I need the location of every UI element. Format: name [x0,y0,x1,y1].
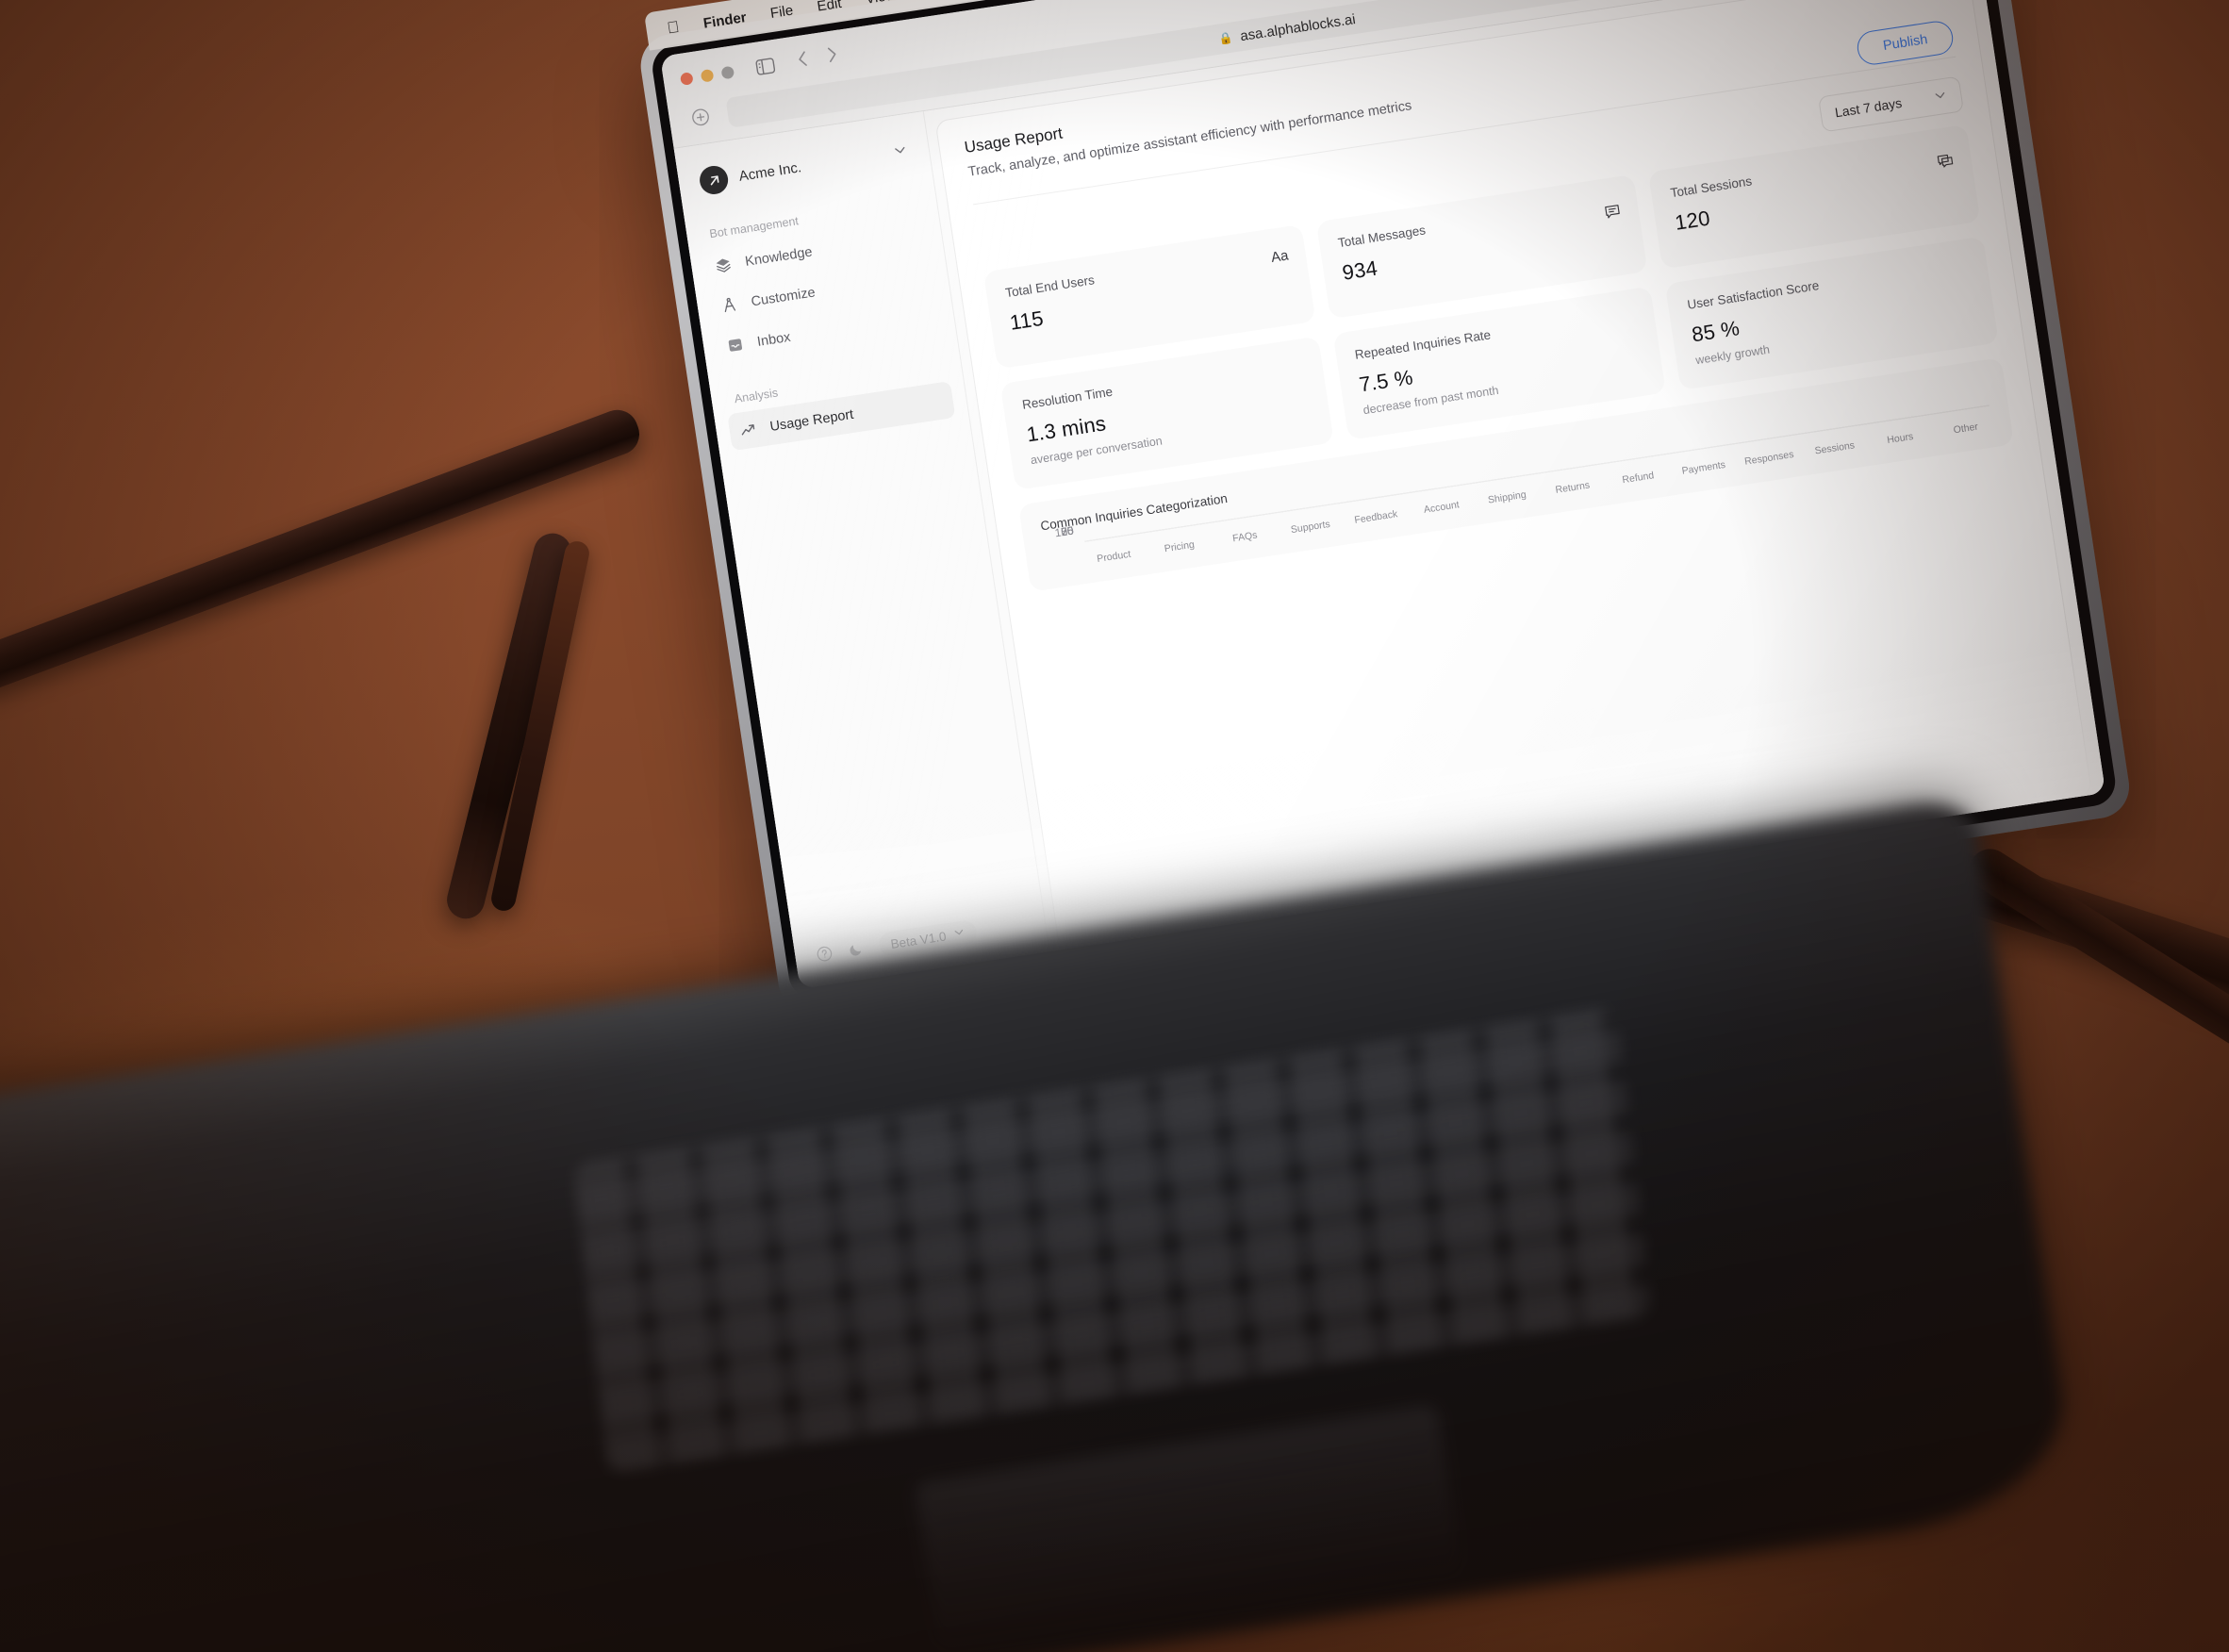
lock-icon: 🔒 [1217,30,1234,46]
moon-icon[interactable] [847,939,866,958]
text-format-aa-icon: Aa [1269,247,1290,266]
version-label: Beta V1.0 [889,928,948,951]
zoom-window-button[interactable] [720,65,735,79]
close-window-button[interactable] [679,71,694,86]
messages-stack-icon [1935,151,1956,176]
arrow-up-right-logo-icon [698,163,731,197]
chevron-down-icon[interactable] [891,141,909,163]
back-button[interactable] [796,48,811,74]
question-circle-icon[interactable] [815,944,834,963]
message-square-icon [1603,201,1624,226]
chart-x-tick: Returns [1554,479,1591,496]
chart-x-tick: Other [1952,421,1979,437]
chart-y-axis: 0 25 50 75 100 [1044,523,1090,580]
chart-x-tick: FAQs [1231,529,1259,545]
photo-scene:  Finder File Edit View Go Window Help S… [0,0,2229,1652]
menubar-item-file[interactable]: File [769,2,794,21]
chart-x-tick: Payments [1680,458,1726,477]
forward-button[interactable] [825,44,840,70]
chart-x-tick: Shipping [1487,488,1527,506]
sidebar-toggle-icon[interactable] [755,57,776,76]
url-text: asa.alphablocks.ai [1239,10,1357,44]
sidebar-item-label: Customize [750,284,817,309]
apple-logo-icon[interactable]:  [666,18,681,39]
window-traffic-lights [679,65,735,86]
plus-circle-icon[interactable] [685,101,717,133]
layers-icon [713,255,734,275]
sidebar-item-label: Usage Report [768,406,855,435]
org-name: Acme Inc. [737,158,803,185]
chart-y-tick: 100 [1053,523,1075,540]
trending-up-icon [738,420,759,440]
chart-x-tick: Sessions [1813,439,1856,457]
sidebar-item-label: Inbox [755,329,792,350]
chart-x-tick: Supports [1290,518,1331,537]
chart-x-tick: Account [1423,499,1461,516]
compass-draw-icon [719,295,740,316]
inbox-icon [725,335,746,355]
date-range-value: Last 7 days [1833,94,1904,121]
browser-nav-arrows [796,44,840,74]
date-range-select[interactable]: Last 7 days [1818,75,1964,133]
chart-x-tick: Responses [1743,449,1795,468]
chevron-down-icon [952,925,966,942]
chart-x-tick: Feedback [1353,508,1399,526]
chart-x-tick: Pricing [1164,538,1196,555]
chevron-down-icon [1932,88,1949,107]
menubar-item-edit[interactable]: Edit [816,0,842,14]
sidebar-item-label: Knowledge [744,243,814,270]
minimize-window-button[interactable] [700,68,715,83]
menubar-item-finder[interactable]: Finder [702,9,748,32]
chart-x-tick: Hours [1886,430,1915,446]
menubar-item-view[interactable]: View [865,0,897,7]
chart-x-tick: Refund [1621,470,1655,487]
chart-x-tick: Product [1096,548,1132,565]
